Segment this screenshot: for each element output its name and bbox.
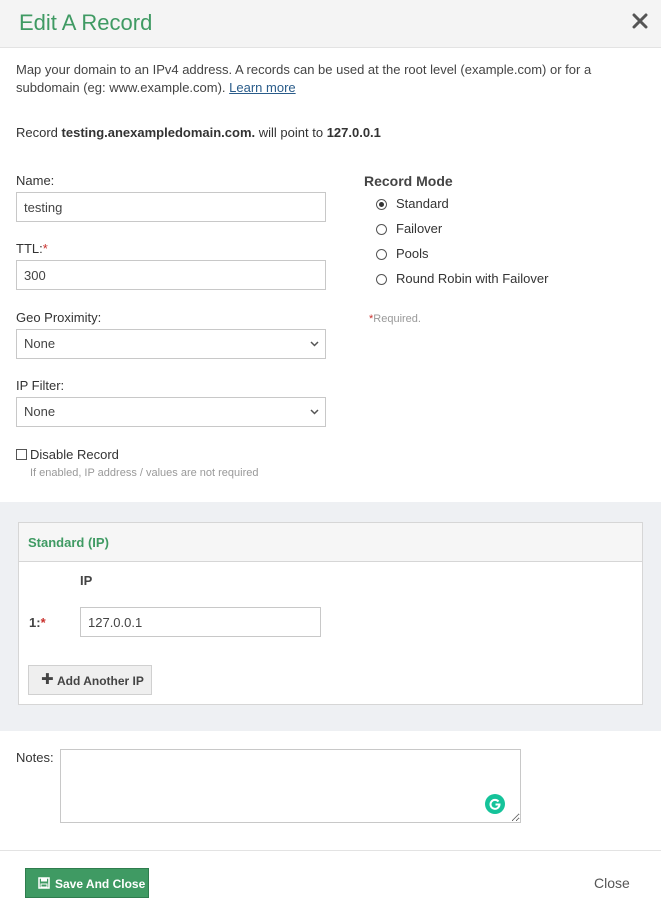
required-note-text: Required.	[373, 313, 421, 325]
record-pointer-summary: Record testing.anexampledomain.com. will…	[16, 125, 381, 140]
pointer-target: 127.0.0.1	[326, 125, 381, 140]
geo-proximity-value: None	[24, 336, 56, 351]
chevron-down-icon	[310, 341, 319, 347]
close-button[interactable]: Close	[594, 875, 630, 891]
ip-filter-value: None	[24, 404, 56, 419]
standard-ip-panel-header: Standard (IP)	[19, 523, 642, 562]
add-another-ip-button[interactable]: ✚ Add Another IP	[28, 665, 152, 695]
pointer-middle: will point to	[255, 125, 327, 140]
pointer-prefix: Record	[16, 125, 62, 140]
radio-pools[interactable]	[376, 249, 387, 260]
chevron-down-icon	[310, 409, 319, 415]
plus-icon: ✚	[41, 671, 54, 688]
intro-text: Map your domain to an IPv4 address. A re…	[16, 61, 636, 97]
ip-row-label: 1:*	[29, 615, 46, 630]
ip-row-number: 1:	[29, 615, 41, 630]
pointer-host: testing.anexampledomain.com.	[61, 125, 256, 140]
radio-failover-label: Failover	[396, 221, 443, 236]
standard-ip-title: Standard (IP)	[28, 535, 109, 550]
radio-failover[interactable]	[376, 224, 387, 235]
disable-record-checkbox[interactable]	[16, 449, 27, 460]
intro-description: Map your domain to an IPv4 address. A re…	[16, 62, 592, 95]
ttl-label: TTL:	[16, 241, 43, 256]
notes-textarea[interactable]	[60, 749, 521, 823]
disable-record-hint: If enabled, IP address / values are not …	[30, 467, 259, 479]
radio-round-robin-label: Round Robin with Failover	[396, 271, 549, 286]
save-and-close-button[interactable]: Save And Close	[25, 868, 149, 898]
ttl-label-group: TTL:*	[16, 241, 48, 256]
add-another-ip-label: Add Another IP	[57, 674, 144, 688]
ip-filter-select[interactable]: None	[16, 397, 326, 427]
footer-divider	[0, 850, 661, 851]
name-label: Name:	[16, 173, 55, 188]
save-and-close-label: Save And Close	[55, 877, 146, 891]
geo-proximity-label: Geo Proximity:	[16, 310, 102, 325]
radio-standard-label: Standard	[396, 196, 449, 211]
ip-filter-label: IP Filter:	[16, 378, 65, 393]
record-mode-title: Record Mode	[364, 173, 453, 189]
ttl-input[interactable]	[16, 260, 326, 290]
standard-ip-panel: Standard (IP) IP 1:* ✚ Add Another IP	[18, 522, 643, 705]
ip-column-header: IP	[80, 573, 93, 588]
learn-more-link[interactable]: Learn more	[229, 80, 295, 95]
radio-standard[interactable]	[376, 199, 387, 210]
geo-proximity-select[interactable]: None	[16, 329, 326, 359]
required-star: *	[42, 241, 48, 256]
name-input[interactable]	[16, 192, 326, 222]
close-icon[interactable]	[631, 12, 649, 30]
modal-title: Edit A Record	[19, 10, 153, 35]
radio-round-robin[interactable]	[376, 274, 387, 285]
required-note: *Required.	[369, 313, 421, 325]
notes-label: Notes:	[16, 750, 54, 765]
radio-pools-label: Pools	[396, 246, 429, 261]
floppy-disk-icon	[38, 877, 50, 889]
required-star: *	[40, 615, 46, 630]
modal-header: Edit A Record	[0, 0, 661, 48]
disable-record-label: Disable Record	[30, 447, 119, 462]
grammarly-icon[interactable]	[485, 794, 505, 814]
ip-input[interactable]	[80, 607, 321, 637]
